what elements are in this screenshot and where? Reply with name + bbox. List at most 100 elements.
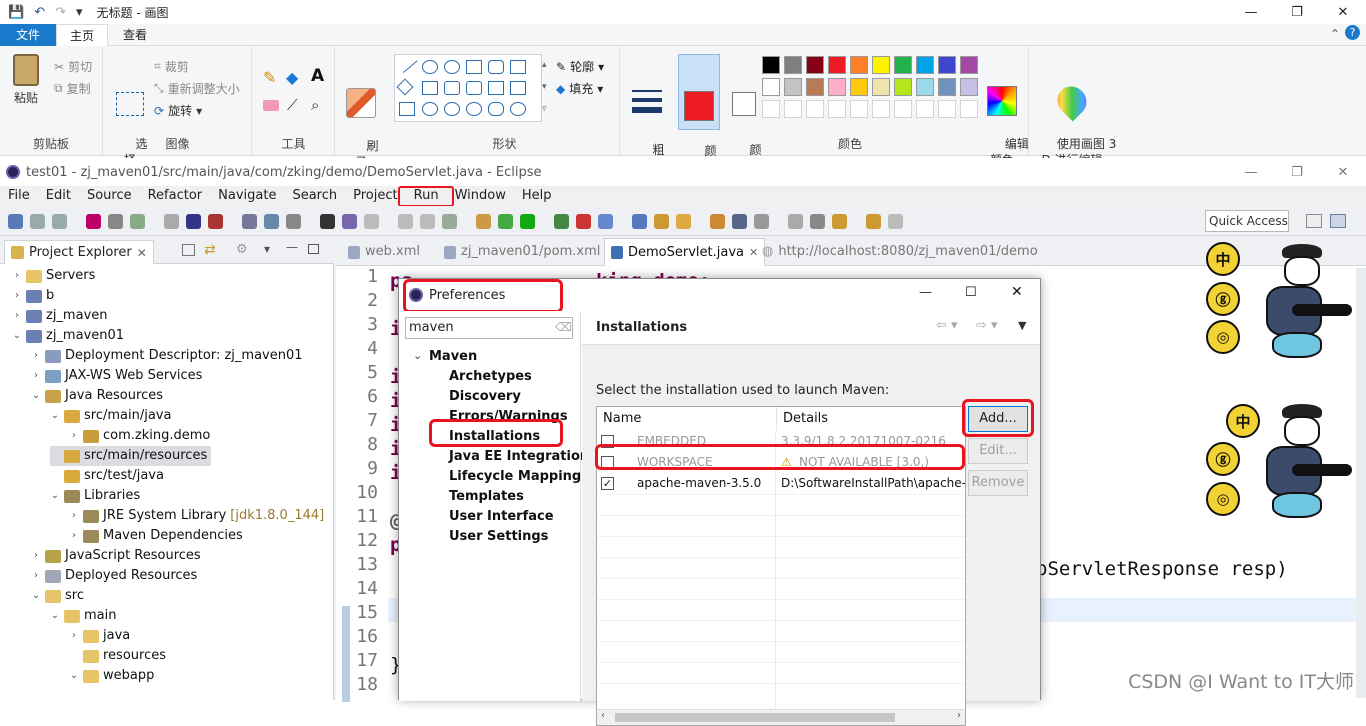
- menu-search[interactable]: Search: [284, 186, 345, 206]
- toolbar-button-icon[interactable]: [286, 214, 301, 229]
- pref-java-ee-integration[interactable]: Java EE Integration: [449, 449, 589, 464]
- toolbar-button-icon[interactable]: [242, 214, 257, 229]
- paste-button[interactable]: 粘贴: [6, 54, 46, 106]
- color-swatch[interactable]: [894, 56, 912, 74]
- color-swatch[interactable]: [828, 56, 846, 74]
- close-icon[interactable]: ✕: [749, 239, 758, 267]
- empty-color-swatch[interactable]: [784, 100, 802, 118]
- minimize-icon[interactable]: —: [1228, 158, 1274, 186]
- chevron-right-icon[interactable]: ›: [69, 526, 79, 546]
- fill-bucket-icon[interactable]: ◆: [286, 68, 298, 87]
- save-icon[interactable]: 💾: [8, 5, 24, 20]
- copy-button[interactable]: ⧉复制: [54, 80, 91, 97]
- tab-demoservlet-java[interactable]: DemoServlet.java✕: [604, 238, 765, 266]
- shapes-scroll-icon[interactable]: ▴▾▿: [542, 54, 547, 120]
- remove-button[interactable]: Remove: [968, 470, 1028, 496]
- maximize-icon[interactable]: ☐: [965, 285, 977, 300]
- rounded-rect-shape-icon[interactable]: [488, 60, 504, 74]
- tree-item[interactable]: ›zj_maven: [12, 306, 108, 326]
- chevron-down-icon[interactable]: ⌄: [50, 606, 60, 626]
- redo-icon[interactable]: ↷: [55, 5, 66, 20]
- edit-button[interactable]: Edit...: [968, 438, 1028, 464]
- eraser-icon[interactable]: [263, 100, 279, 111]
- installation-row[interactable]: EMBEDDED3.3.9/1.8.2.20171007-0216: [597, 431, 965, 452]
- toolbar-button-icon[interactable]: [442, 214, 457, 229]
- color-swatch[interactable]: [872, 56, 890, 74]
- installation-checkbox[interactable]: [601, 456, 614, 469]
- toolbar-button-icon[interactable]: [186, 214, 201, 229]
- menu-navigate[interactable]: Navigate: [210, 186, 284, 206]
- hexagon-shape-icon[interactable]: [466, 81, 482, 95]
- tab-view[interactable]: 查看: [110, 24, 160, 46]
- star5-shape-icon[interactable]: [444, 102, 460, 116]
- menu-window[interactable]: Window: [447, 186, 514, 206]
- tree-item[interactable]: ›java: [69, 626, 130, 646]
- toolbar-button-icon[interactable]: [754, 214, 769, 229]
- toolbar-button-icon[interactable]: [342, 214, 357, 229]
- color-swatch[interactable]: [762, 56, 780, 74]
- tree-item[interactable]: ⌄webapp: [69, 666, 154, 686]
- maximize-icon[interactable]: ❐: [1274, 0, 1320, 24]
- toolbar-button-icon[interactable]: [810, 214, 825, 229]
- cut-button[interactable]: ✂剪切: [54, 58, 92, 75]
- tree-item[interactable]: ›JRE System Library[jdk1.8.0_144]: [69, 506, 324, 526]
- chevron-up-icon[interactable]: ⌃: [1330, 27, 1340, 41]
- pref-archetypes[interactable]: Archetypes: [449, 369, 532, 384]
- tab-localhost-demo[interactable]: ◍http://localhost:8080/zj_maven01/demo: [762, 238, 1038, 266]
- chevron-right-icon[interactable]: ›: [31, 566, 41, 586]
- menu-help[interactable]: Help: [514, 186, 560, 206]
- empty-color-swatch[interactable]: [762, 100, 780, 118]
- chevron-down-icon[interactable]: ⌄: [50, 486, 60, 506]
- color-swatch[interactable]: [850, 56, 868, 74]
- chevron-right-icon[interactable]: ›: [31, 346, 41, 366]
- star6-shape-icon[interactable]: [466, 102, 482, 116]
- tree-expand-icon[interactable]: ⌄: [413, 349, 422, 362]
- oval-shape-icon[interactable]: [444, 60, 460, 74]
- close-icon[interactable]: ✕: [137, 246, 147, 260]
- pref-templates[interactable]: Templates: [449, 489, 524, 504]
- tab-home[interactable]: 主页: [56, 24, 108, 46]
- toolbar-button-icon[interactable]: [598, 214, 613, 229]
- chevron-right-icon[interactable]: ›: [12, 286, 22, 306]
- color-swatch[interactable]: [960, 56, 978, 74]
- toolbar-button-icon[interactable]: [8, 214, 23, 229]
- toolbar-button-icon[interactable]: [398, 214, 413, 229]
- toolbar-button-icon[interactable]: [52, 214, 67, 229]
- polygon-shape-icon[interactable]: [510, 60, 526, 74]
- restore-icon[interactable]: ❐: [1274, 158, 1320, 186]
- installation-checkbox[interactable]: [601, 435, 614, 448]
- undo-icon[interactable]: ↶: [34, 5, 45, 20]
- help-icon[interactable]: ?: [1345, 25, 1360, 40]
- color-swatch[interactable]: [762, 78, 780, 96]
- fill-button[interactable]: ◆填充▾: [556, 80, 603, 97]
- pref-errors-warnings[interactable]: Errors/Warnings: [449, 409, 568, 424]
- toolbar-button-icon[interactable]: [866, 214, 881, 229]
- column-name[interactable]: Name: [597, 407, 777, 431]
- tree-item[interactable]: ⌄Libraries: [50, 486, 140, 506]
- color-swatch[interactable]: [784, 56, 802, 74]
- tree-item[interactable]: ›b: [12, 286, 54, 306]
- tree-item[interactable]: ›com.zking.demo: [69, 426, 210, 446]
- pencil-icon[interactable]: ✎: [263, 68, 276, 87]
- toolbar-button-icon[interactable]: [420, 214, 435, 229]
- color-swatch[interactable]: [916, 56, 934, 74]
- menu-run[interactable]: Run: [406, 186, 447, 206]
- color-swatch[interactable]: [894, 78, 912, 96]
- empty-color-swatch[interactable]: [872, 100, 890, 118]
- color-swatch[interactable]: [806, 78, 824, 96]
- chevron-down-icon[interactable]: ⌄: [69, 666, 79, 686]
- color-swatch[interactable]: [938, 78, 956, 96]
- toolbar-button-icon[interactable]: [108, 214, 123, 229]
- crop-button[interactable]: ⌗裁剪: [154, 58, 189, 75]
- clear-filter-icon[interactable]: ⌫: [555, 320, 572, 334]
- toolbar-button-icon[interactable]: [654, 214, 669, 229]
- toolbar-button-icon[interactable]: [788, 214, 803, 229]
- tree-item[interactable]: src/main/resources: [50, 446, 211, 466]
- arrow-left-shape-icon[interactable]: [510, 81, 526, 95]
- chevron-down-icon[interactable]: ⌄: [31, 386, 41, 406]
- empty-color-swatch[interactable]: [828, 100, 846, 118]
- tree-item[interactable]: ›Deployed Resources: [31, 566, 197, 586]
- color2-button[interactable]: 颜 色 2: [724, 54, 764, 130]
- chevron-right-icon[interactable]: ›: [69, 626, 79, 646]
- text-tool-icon[interactable]: A: [311, 66, 324, 86]
